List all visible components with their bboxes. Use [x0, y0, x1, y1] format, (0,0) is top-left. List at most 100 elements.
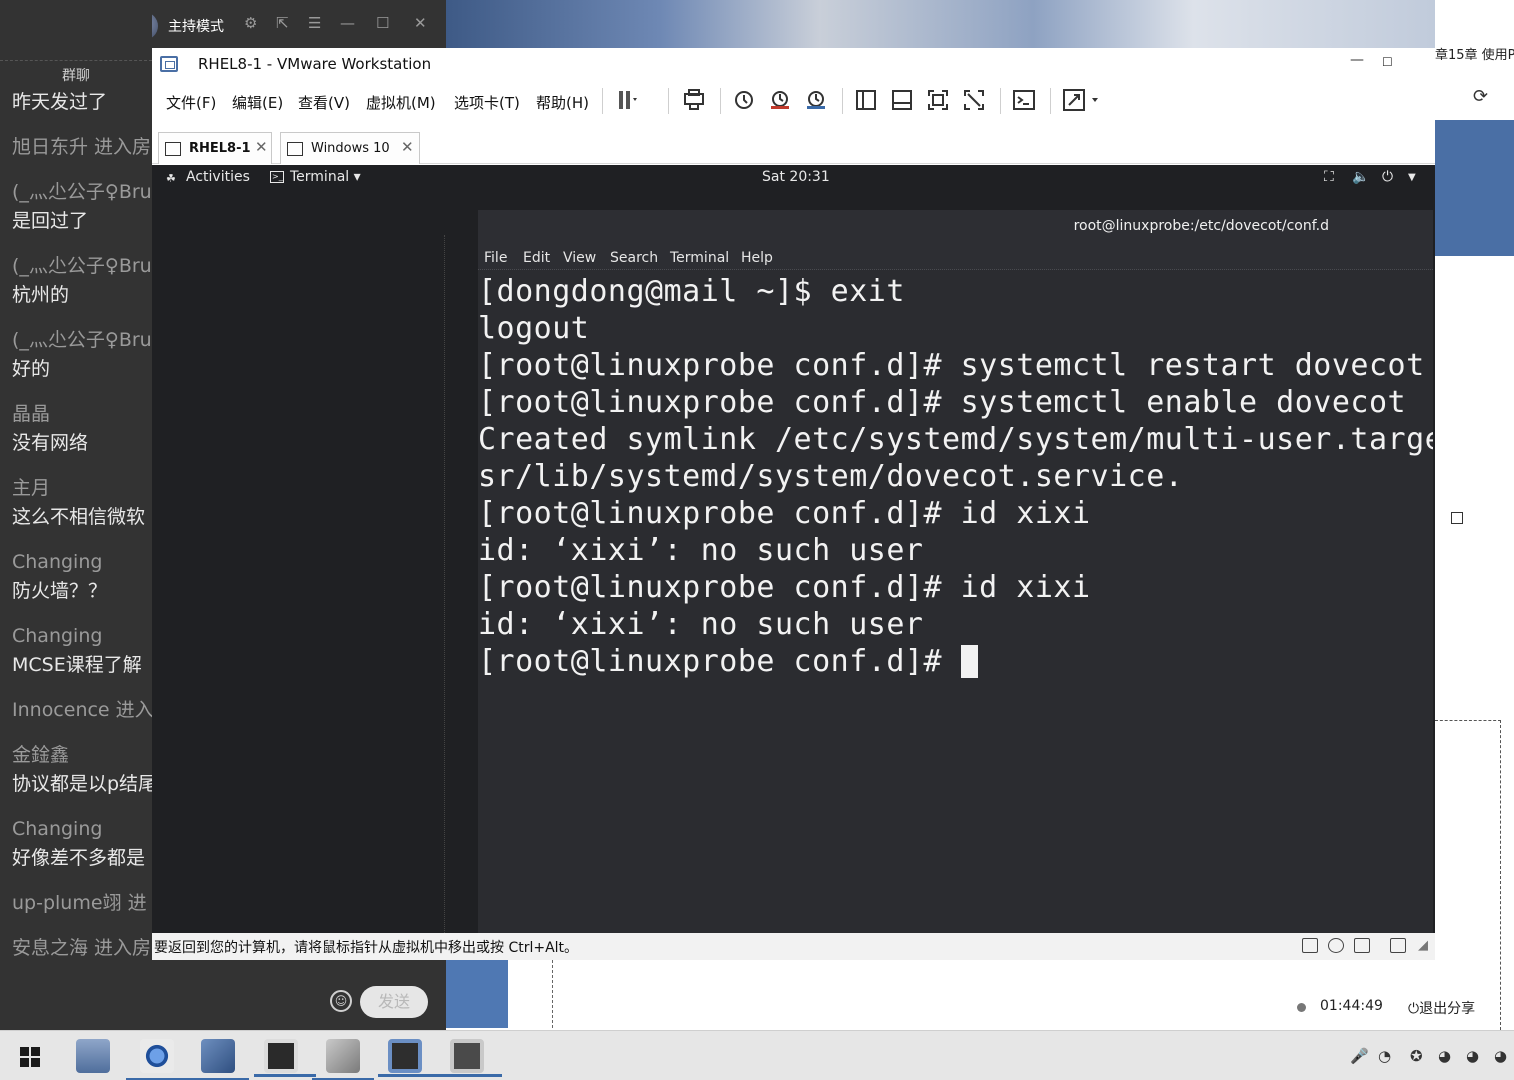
close-icon[interactable]: ✕ — [401, 138, 414, 156]
message-log-icon[interactable] — [1390, 938, 1406, 953]
toolbar-separator — [602, 88, 603, 114]
maximize-icon[interactable]: ☐ — [376, 14, 389, 32]
snapshot-manager-icon[interactable] — [804, 88, 828, 112]
terminal-menu-terminal[interactable]: Terminal — [670, 250, 729, 266]
maximize-icon[interactable] — [1451, 512, 1463, 524]
send-ctrl-alt-del-icon[interactable] — [682, 88, 706, 112]
browser-icon[interactable] — [126, 1039, 188, 1080]
menu-file[interactable]: 文件(F) — [166, 92, 216, 113]
refresh-icon[interactable]: ⟳ — [1473, 86, 1488, 107]
qq-icon-3[interactable]: ◕ — [1494, 1047, 1507, 1065]
menu-help[interactable]: 帮助(H) — [536, 92, 589, 113]
chat-panel: 群聊 昨天发过了 旭日东升 进入房 (_灬尐公子♀Bru 是回过了 (_灬尐公子♀Bru… — [0, 0, 152, 1030]
menu-tabs[interactable]: 选项卡(T) — [454, 92, 520, 113]
terminal-menu-search[interactable]: Search — [610, 250, 658, 266]
menu-view[interactable]: 查看(V) — [298, 92, 350, 113]
qq-icon[interactable]: ◕ — [1438, 1047, 1451, 1065]
vmware-taskbar-icon[interactable] — [187, 1039, 249, 1080]
exit-share-button[interactable]: ⏻退出分享 — [1408, 998, 1475, 1018]
qq-icon-2[interactable]: ◕ — [1466, 1047, 1479, 1065]
volume-icon[interactable]: 🔈 — [1352, 169, 1369, 185]
settings-icon[interactable]: ⚙ — [244, 14, 257, 32]
chat-sender-name: Changing — [12, 818, 103, 840]
screen-recorder-icon[interactable] — [254, 1039, 316, 1077]
terminal-client-icon[interactable] — [378, 1039, 440, 1077]
menu-icon[interactable]: ☰ — [308, 14, 321, 32]
terminal-output[interactable]: [dongdong@mail ~]$ exit logout [root@lin… — [478, 273, 1433, 933]
terminal-line: id: ‘xixi’: no such user — [478, 533, 924, 568]
close-icon[interactable]: ✕ — [255, 138, 268, 156]
terminal-prompt-line[interactable]: [root@linuxprobe conf.d]# — [478, 643, 978, 680]
file-explorer-icon[interactable] — [76, 1039, 110, 1073]
toolbar-separator — [1000, 88, 1001, 114]
minimize-icon[interactable]: — — [340, 14, 355, 32]
power-icon[interactable]: ⏻ — [1382, 169, 1393, 185]
chat-sender-name: 主月 — [12, 477, 51, 499]
chat-message-text: 这么不相信微软 — [12, 506, 146, 528]
terminal-line: id: ‘xixi’: no such user — [478, 607, 924, 642]
tab-windows-10[interactable]: Windows 10 ✕ — [280, 132, 420, 164]
revert-snapshot-icon[interactable] — [768, 88, 792, 112]
stretch-guest-icon[interactable] — [1062, 88, 1102, 112]
minimize-icon[interactable]: — — [1350, 52, 1364, 68]
recording-icon — [1297, 1003, 1306, 1012]
vmware-window: RHEL8-1 - VMware Workstation — ☐ 文件(F) 编… — [152, 48, 1435, 960]
chat-sender-name: (_灬尐公子♀Bru — [12, 329, 152, 351]
menu-edit[interactable]: 编辑(E) — [232, 92, 283, 113]
terminal-prompt: [root@linuxprobe conf.d]# — [478, 644, 961, 679]
network-icon[interactable]: ⛶ — [1324, 169, 1334, 185]
host-mode-label: 主持模式 — [168, 19, 224, 35]
group-chat-tab[interactable]: 群聊 — [0, 60, 152, 86]
terminal-menu-view[interactable]: View — [563, 250, 596, 266]
terminal-line: Created symlink /etc/systemd/system/mult… — [478, 422, 1433, 457]
send-button[interactable]: 发送 — [360, 986, 428, 1018]
network-adapter-icon[interactable] — [1354, 938, 1370, 953]
microphone-icon[interactable]: 🎤 — [1350, 1047, 1369, 1065]
wifi-icon[interactable]: ◔ — [1378, 1047, 1391, 1065]
full-screen-icon[interactable] — [926, 88, 950, 112]
console-view-icon[interactable] — [1012, 88, 1036, 112]
terminal-app-icon: >_ — [270, 171, 284, 183]
terminal-menu-edit[interactable]: Edit — [523, 250, 550, 266]
terminal-menu-help[interactable]: Help — [741, 250, 773, 266]
share-control-area: 01:44:49 ⏻退出分享 — [446, 960, 1475, 1030]
chat-system-notice: Innocence 进入 — [12, 699, 152, 721]
pause-icon[interactable] — [614, 88, 638, 112]
unity-mode-icon[interactable] — [962, 88, 986, 112]
cd-dvd-icon[interactable] — [1328, 938, 1344, 953]
toolbar-separator — [1050, 88, 1051, 114]
hard-disk-icon[interactable] — [1302, 938, 1318, 953]
terminal-app-menu[interactable]: Terminal ▾ — [290, 169, 361, 185]
menu-vm[interactable]: 虚拟机(M) — [366, 92, 436, 113]
thumbnail-view-icon[interactable] — [890, 88, 914, 112]
vm-icon — [287, 142, 303, 156]
snapshot-icon[interactable] — [732, 88, 756, 112]
maximize-icon[interactable]: ☐ — [1382, 55, 1393, 69]
paint-icon[interactable] — [312, 1039, 374, 1080]
activities-button[interactable]: Activities — [186, 169, 250, 185]
resize-grip-icon[interactable]: ◢ — [1418, 938, 1428, 953]
terminal-menubar: File Edit View Search Terminal Help — [478, 248, 1433, 270]
terminal-client-icon-2[interactable] — [440, 1039, 502, 1077]
thumbnail-block — [446, 960, 508, 1028]
chat-message-text: 昨天发过了 — [12, 91, 108, 113]
terminal-menu-file[interactable]: File — [484, 250, 507, 266]
library-view-icon[interactable] — [854, 88, 878, 112]
chat-system-notice: up-plume翊 进 — [12, 892, 147, 914]
terminal-line: sr/lib/systemd/system/dovecot.service. — [478, 459, 1184, 494]
security-icon[interactable]: ✪ — [1410, 1047, 1423, 1065]
tab-rhel8-1[interactable]: RHEL8-1 ✕ — [158, 132, 272, 164]
terminal-window[interactable]: root@linuxprobe:/etc/dovecot/conf.d File… — [478, 210, 1433, 933]
window-title: RHEL8-1 - VMware Workstation — [198, 55, 432, 73]
chat-message-text: MCSE课程了解 — [12, 654, 142, 676]
windows-taskbar: 🎤 ◔ ✪ ◕ ◕ ◕ — [0, 1030, 1514, 1080]
close-icon[interactable]: ✕ — [414, 14, 427, 32]
chevron-down-icon[interactable]: ▼ — [1408, 172, 1416, 183]
clock[interactable]: Sat 20:31 — [762, 169, 830, 185]
emoji-icon[interactable]: ☺ — [330, 990, 352, 1012]
vm-display[interactable]: ☘ Activities >_ Terminal ▾ Sat 20:31 ⛶ 🔈… — [152, 165, 1435, 935]
popout-icon[interactable]: ⇱ — [276, 14, 289, 32]
vmware-app-icon — [160, 56, 178, 72]
chat-sender-name: (_灬尐公子♀Bru — [12, 255, 152, 277]
windows-start-icon[interactable] — [20, 1047, 40, 1067]
